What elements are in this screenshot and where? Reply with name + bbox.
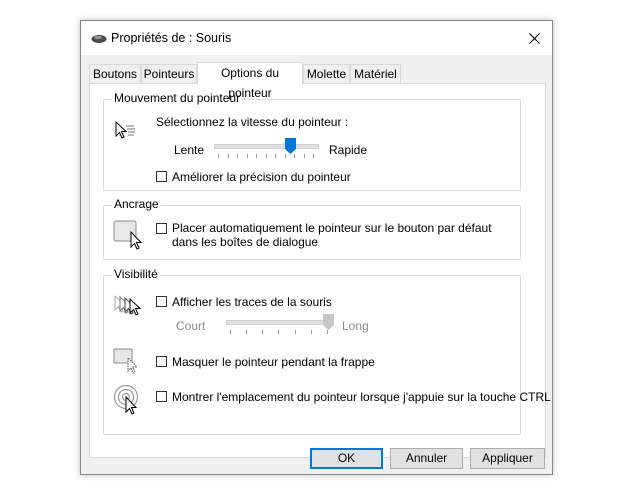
apply-button[interactable]: Appliquer <box>470 448 545 469</box>
close-button[interactable] <box>516 21 552 55</box>
snap-group: Ancrage Placer automatiquement le pointe… <box>103 197 521 260</box>
slow-label: Lente <box>174 143 205 157</box>
trails-slider-track <box>226 320 334 325</box>
tab-buttons[interactable]: Boutons <box>89 64 141 83</box>
precision-label[interactable]: Améliorer la précision du pointeur <box>172 170 351 184</box>
mouse-icon <box>91 33 107 47</box>
show-location-checkbox[interactable] <box>156 391 167 402</box>
tab-pointers[interactable]: Pointeurs <box>141 64 197 83</box>
cancel-button[interactable]: Annuler <box>390 448 463 469</box>
tab-pointer-options[interactable]: Options du pointeur <box>197 62 303 100</box>
tab-hardware[interactable]: Matériel <box>350 64 401 83</box>
speed-slider-track <box>214 144 319 149</box>
long-label: Long <box>342 319 369 333</box>
snap-label[interactable]: Placer automatiquement le pointeur sur l… <box>172 221 512 249</box>
speed-slider-ticks <box>218 154 314 158</box>
hide-while-typing-checkbox[interactable] <box>156 356 167 367</box>
speed-slider-thumb[interactable] <box>285 138 296 157</box>
hide-pointer-icon <box>113 348 141 377</box>
hide-while-typing-label[interactable]: Masquer le pointeur pendant la frappe <box>172 355 375 369</box>
motion-group-title: Mouvement du pointeur <box>112 91 243 105</box>
show-location-label[interactable]: Montrer l'emplacement du pointeur lorsqu… <box>172 390 551 404</box>
short-label: Court <box>176 319 206 333</box>
motion-group: Mouvement du pointeur Sélectionnez la vi… <box>103 91 521 191</box>
pointer-trails-icon <box>113 294 143 321</box>
tab-wheel[interactable]: Molette <box>303 64 350 83</box>
speed-label: Sélectionnez la vitesse du pointeur : <box>156 115 349 129</box>
ok-button[interactable]: OK <box>310 448 383 469</box>
precision-checkbox[interactable] <box>156 171 167 182</box>
mouse-properties-dialog: Propriétés de : Souris Boutons Pointeurs… <box>80 20 553 475</box>
close-icon <box>528 32 540 44</box>
visibility-group-title: Visibilité <box>112 267 160 281</box>
fast-label: Rapide <box>329 143 368 157</box>
window-title: Propriétés de : Souris <box>111 31 232 45</box>
title-bar: Propriétés de : Souris <box>81 21 552 55</box>
snap-group-title: Ancrage <box>112 197 161 211</box>
trails-slider-ticks <box>230 330 328 334</box>
snap-checkbox[interactable] <box>156 223 167 234</box>
speed-slider[interactable] <box>214 138 319 162</box>
pointer-speed-icon <box>114 120 136 145</box>
trails-label[interactable]: Afficher les traces de la souris <box>172 295 332 309</box>
visibility-group: Visibilité Afficher les traces de la sou… <box>103 267 551 435</box>
trails-checkbox[interactable] <box>156 296 167 307</box>
snap-to-icon <box>113 220 145 255</box>
pointer-location-icon <box>113 384 143 419</box>
tab-panel: Mouvement du pointeur Sélectionnez la vi… <box>89 83 551 458</box>
trails-slider-thumb[interactable] <box>323 314 334 333</box>
trails-slider[interactable] <box>226 314 334 338</box>
